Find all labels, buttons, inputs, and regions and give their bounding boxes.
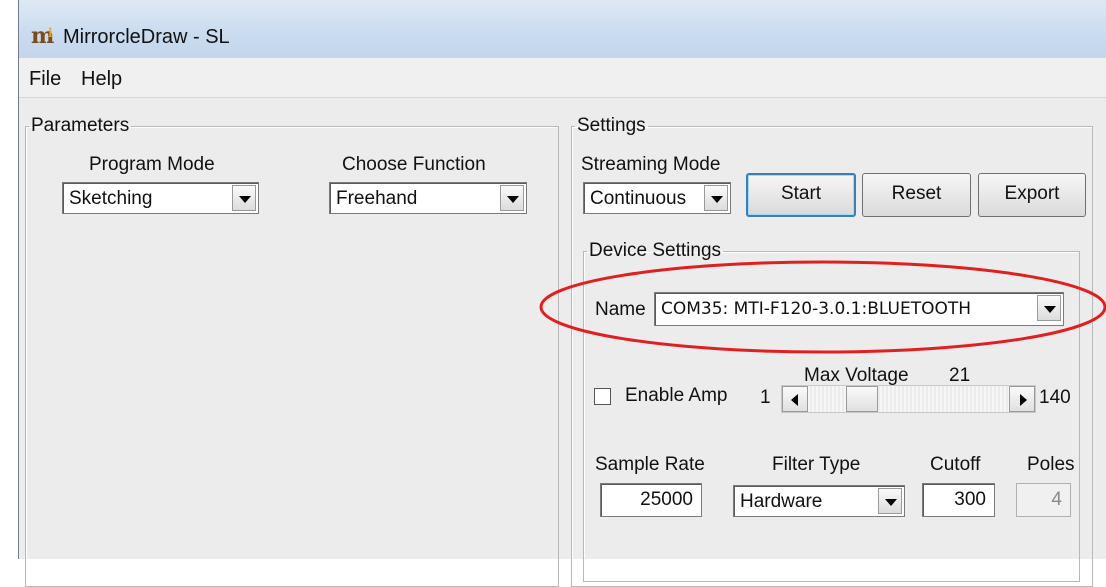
start-button[interactable]: Start <box>746 173 856 217</box>
title-bar: mi MirrorcleDraw - SL <box>19 0 1106 58</box>
streaming-mode-value: Continuous <box>590 188 687 209</box>
arrow-left-icon[interactable] <box>782 386 808 412</box>
chevron-down-icon[interactable] <box>704 185 728 211</box>
filter-type-value: Hardware <box>740 491 823 512</box>
sample-rate-field[interactable]: 25000 <box>600 483 702 517</box>
streaming-mode-label: Streaming Mode <box>581 154 721 175</box>
menu-bar: File Help <box>19 58 1106 98</box>
chevron-down-icon[interactable] <box>232 185 256 211</box>
program-mode-value: Sketching <box>69 188 153 209</box>
max-voltage-value: 21 <box>949 365 971 386</box>
cutoff-label: Cutoff <box>930 454 981 475</box>
window-title: MirrorcleDraw - SL <box>63 26 230 48</box>
menu-help[interactable]: Help <box>81 68 122 91</box>
main-window: mi MirrorcleDraw - SL File Help Paramete… <box>18 0 1106 587</box>
max-voltage-slider[interactable] <box>781 385 1036 413</box>
content-area: Parameters Program Mode Sketching Choose… <box>19 98 1106 587</box>
poles-field: 4 <box>1016 483 1071 517</box>
program-mode-label: Program Mode <box>89 154 215 175</box>
enable-amp-checkbox[interactable] <box>594 388 611 405</box>
max-voltage-label: Max Voltage <box>804 365 909 386</box>
sample-rate-label: Sample Rate <box>595 454 705 475</box>
program-mode-dropdown[interactable]: Sketching <box>62 182 259 214</box>
parameters-group-label: Parameters <box>31 115 130 136</box>
choose-function-dropdown[interactable]: Freehand <box>329 182 527 214</box>
reset-button[interactable]: Reset <box>862 173 971 217</box>
slider-min-label: 1 <box>760 387 771 408</box>
mirrorcle-logo-icon: mi <box>31 23 55 49</box>
device-name-label: Name <box>595 299 646 320</box>
export-button[interactable]: Export <box>978 173 1086 217</box>
filter-type-dropdown[interactable]: Hardware <box>733 485 905 517</box>
filter-type-label: Filter Type <box>772 454 861 475</box>
choose-function-value: Freehand <box>336 188 418 209</box>
choose-function-label: Choose Function <box>342 154 486 175</box>
chevron-down-icon[interactable] <box>1037 295 1061 321</box>
enable-amp-label: Enable Amp <box>625 385 728 406</box>
cutoff-field[interactable]: 300 <box>922 483 995 517</box>
poles-label: Poles <box>1027 454 1075 475</box>
arrow-right-icon[interactable] <box>1009 386 1035 412</box>
menu-file[interactable]: File <box>29 68 61 91</box>
chevron-down-icon[interactable] <box>500 185 524 211</box>
device-settings-label: Device Settings <box>589 240 722 261</box>
slider-max-label: 140 <box>1039 387 1071 408</box>
device-name-dropdown[interactable]: COM35: MTI-F120-3.0.1:BLUETOOTH <box>654 292 1064 326</box>
chevron-down-icon[interactable] <box>878 488 902 514</box>
streaming-mode-dropdown[interactable]: Continuous <box>583 182 731 214</box>
settings-group-label: Settings <box>577 115 646 136</box>
slider-thumb[interactable] <box>845 386 878 412</box>
device-name-value: COM35: MTI-F120-3.0.1:BLUETOOTH <box>661 299 972 319</box>
